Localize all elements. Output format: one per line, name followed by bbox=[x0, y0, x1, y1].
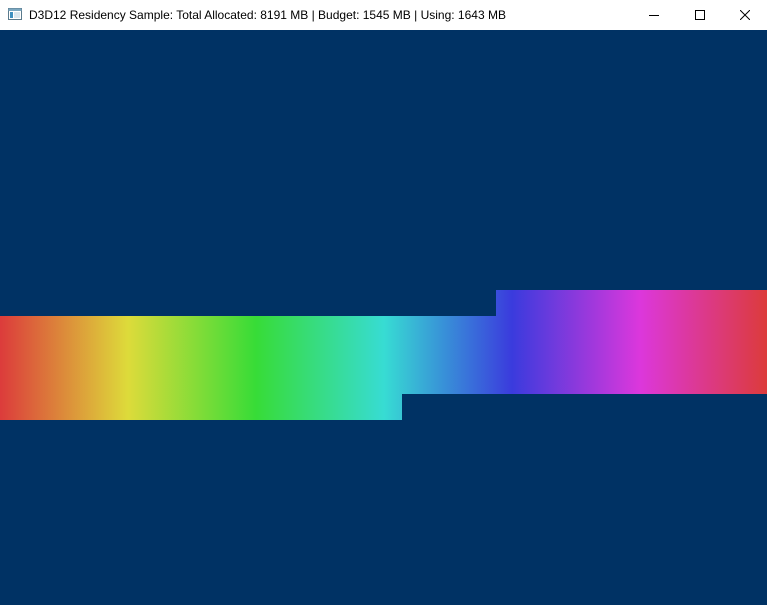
close-button[interactable] bbox=[722, 0, 767, 30]
minimize-button[interactable] bbox=[631, 0, 677, 30]
rainbow-strip-segment-middle bbox=[0, 316, 496, 394]
title-bar[interactable]: D3D12 Residency Sample: Total Allocated:… bbox=[0, 0, 767, 30]
maximize-icon bbox=[695, 10, 705, 20]
maximize-button[interactable] bbox=[677, 0, 723, 30]
window-title: D3D12 Residency Sample: Total Allocated:… bbox=[29, 8, 506, 22]
app-window: D3D12 Residency Sample: Total Allocated:… bbox=[0, 0, 767, 605]
app-icon bbox=[8, 8, 22, 20]
close-icon bbox=[740, 10, 750, 20]
render-viewport[interactable] bbox=[0, 30, 767, 605]
minimize-icon bbox=[649, 15, 659, 16]
